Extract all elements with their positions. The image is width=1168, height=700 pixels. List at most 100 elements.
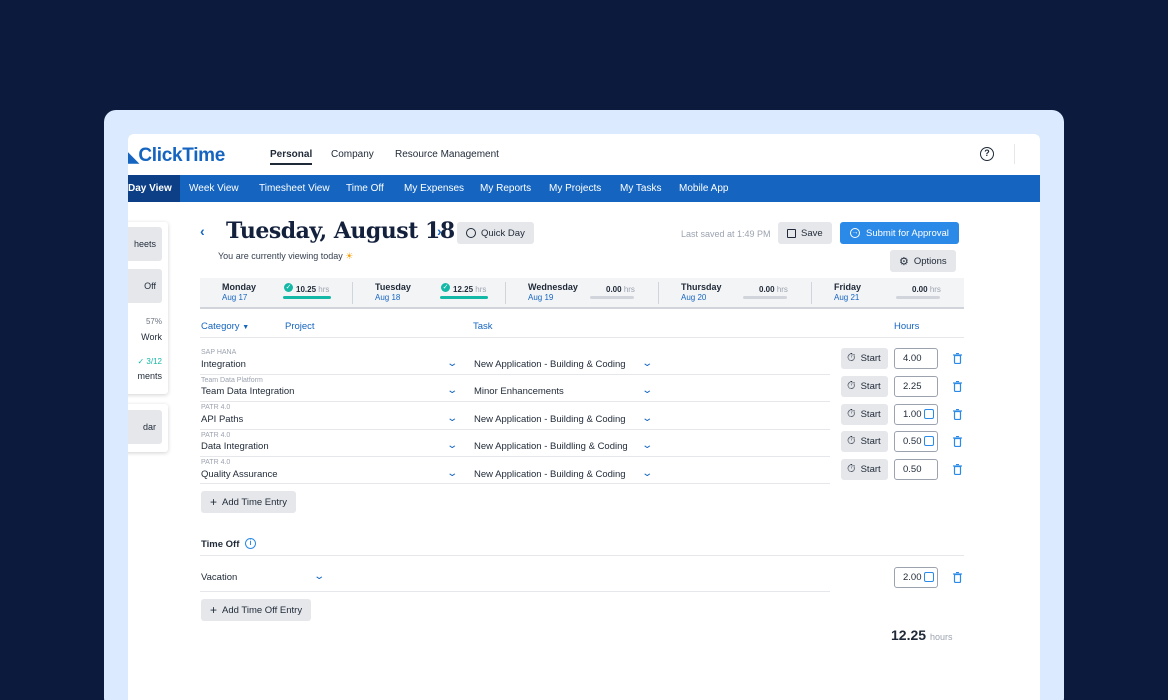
- quick-day-button[interactable]: Quick Day: [457, 222, 534, 244]
- clicktime-logo[interactable]: ◣ClickTime: [128, 144, 225, 167]
- plus-icon: +: [210, 495, 218, 509]
- task-select[interactable]: Minor Enhancements: [474, 386, 564, 397]
- task-column-header: Task: [473, 321, 493, 332]
- nav-my-projects[interactable]: My Projects: [549, 183, 601, 194]
- chevron-down-icon[interactable]: ⌄: [446, 358, 458, 369]
- day-name: Monday: [222, 282, 257, 292]
- category-column-header[interactable]: Category ▼: [201, 321, 249, 332]
- task-select[interactable]: New Application - Buildling & Coding: [474, 441, 628, 452]
- nav-my-reports[interactable]: My Reports: [480, 183, 531, 194]
- add-time-off-entry-label: Add Time Off Entry: [222, 604, 303, 616]
- hours-input[interactable]: 4.00: [894, 348, 938, 369]
- chevron-down-icon[interactable]: ⌄: [641, 358, 653, 369]
- hours-input[interactable]: 0.50: [894, 431, 938, 452]
- project-select[interactable]: Integration: [201, 359, 246, 370]
- save-button[interactable]: Save: [778, 222, 832, 244]
- nav-day-view[interactable]: Day View: [128, 175, 180, 202]
- stopwatch-icon: ⏱: [847, 435, 856, 447]
- start-label: Start: [860, 464, 881, 475]
- previous-day-icon[interactable]: ‹: [200, 223, 205, 239]
- task-select[interactable]: New Application - Building & Coding: [474, 469, 626, 480]
- day-name: Friday: [834, 282, 862, 292]
- trash-icon[interactable]: [953, 464, 962, 475]
- trash-icon[interactable]: [953, 436, 962, 447]
- stopwatch-icon: ⏱: [847, 408, 856, 420]
- day-progress-bar: [743, 296, 787, 299]
- options-button[interactable]: ⚙ Options: [890, 250, 956, 272]
- side-time-off-button[interactable]: Off: [128, 269, 162, 303]
- start-timer-button[interactable]: ⏱ Start: [841, 459, 888, 480]
- start-timer-button[interactable]: ⏱ Start: [841, 404, 888, 425]
- tab-resource-management[interactable]: Resource Management: [395, 149, 499, 160]
- options-label: Options: [913, 255, 947, 267]
- add-time-off-entry-button[interactable]: + Add Time Off Entry: [201, 599, 312, 621]
- task-select[interactable]: New Application - Building & Coding: [474, 359, 626, 370]
- start-timer-button[interactable]: ⏱ Start: [841, 376, 888, 397]
- nav-my-expenses[interactable]: My Expenses: [404, 183, 464, 194]
- chevron-down-icon[interactable]: ⌄: [641, 468, 653, 479]
- trash-icon[interactable]: [953, 381, 962, 392]
- assignments-label[interactable]: ments: [137, 371, 162, 381]
- work-percent: 57%: [145, 317, 162, 326]
- project-select[interactable]: Quality Assurance: [201, 469, 278, 480]
- trash-icon[interactable]: [953, 409, 962, 420]
- chevron-down-icon[interactable]: ⌄: [446, 440, 458, 451]
- time-off-type-select[interactable]: Vacation: [201, 572, 237, 583]
- add-time-entry-label: Add Time Entry: [222, 496, 287, 508]
- side-panel-calendar: dar: [128, 404, 168, 452]
- time-off-hours-input[interactable]: 2.00: [894, 567, 938, 588]
- info-icon[interactable]: i: [245, 538, 256, 549]
- chevron-down-icon[interactable]: ⌄: [446, 385, 458, 396]
- chevron-down-icon[interactable]: ⌄: [641, 413, 653, 424]
- day-monday[interactable]: Monday Aug 17 ✓ 10.25 hrs: [200, 278, 352, 307]
- row-client: PATR 4.0: [201, 404, 231, 411]
- chevron-down-icon[interactable]: ⌄: [641, 385, 653, 396]
- hours-input[interactable]: 0.50: [894, 459, 938, 480]
- note-icon[interactable]: [924, 409, 934, 419]
- submit-for-approval-button[interactable]: → Submit for Approval: [840, 222, 959, 244]
- nav-time-off[interactable]: Time Off: [346, 183, 384, 194]
- row-divider: [200, 483, 830, 484]
- project-select[interactable]: API Paths: [201, 414, 243, 425]
- day-wednesday[interactable]: Wednesday Aug 19 0.00 hrs: [506, 278, 658, 307]
- task-select[interactable]: New Application - Building & Coding: [474, 414, 626, 425]
- device-frame: ◣ClickTime Personal Company Resource Man…: [104, 110, 1064, 700]
- arrow-circle-icon: →: [850, 228, 860, 238]
- nav-mobile-app[interactable]: Mobile App: [679, 183, 728, 194]
- day-name: Thursday: [681, 282, 722, 292]
- side-timesheets-button[interactable]: heets: [128, 227, 162, 261]
- day-tuesday[interactable]: Tuesday Aug 18 ✓ 12.25 hrs: [353, 278, 505, 307]
- caret-down-icon: ▼: [242, 324, 250, 331]
- chevron-down-icon[interactable]: ⌄: [446, 413, 458, 424]
- help-icon[interactable]: ?: [980, 147, 994, 161]
- hours-input[interactable]: 1.00: [894, 404, 938, 425]
- chevron-down-icon[interactable]: ⌄: [641, 440, 653, 451]
- day-thursday[interactable]: Thursday Aug 20 0.00 hrs: [659, 278, 811, 307]
- project-select[interactable]: Data Integration: [201, 441, 269, 452]
- nav-week-view[interactable]: Week View: [189, 183, 239, 194]
- trash-icon[interactable]: [953, 353, 962, 364]
- nav-my-tasks[interactable]: My Tasks: [620, 183, 662, 194]
- check-icon: ✓: [284, 283, 293, 292]
- next-day-icon[interactable]: ›: [437, 223, 442, 239]
- add-time-entry-button[interactable]: + Add Time Entry: [201, 491, 296, 513]
- start-timer-button[interactable]: ⏱ Start: [841, 431, 888, 452]
- chevron-down-icon[interactable]: ⌄: [446, 468, 458, 479]
- day-hours: 12.25 hrs: [453, 285, 487, 294]
- nav-timesheet-view[interactable]: Timesheet View: [259, 183, 330, 194]
- chevron-down-icon[interactable]: ⌄: [313, 571, 325, 582]
- tab-company[interactable]: Company: [331, 149, 374, 160]
- tab-personal[interactable]: Personal: [270, 149, 313, 165]
- side-calendar-button[interactable]: dar: [128, 410, 162, 444]
- day-friday[interactable]: Friday Aug 21 0.00 hrs: [812, 278, 964, 307]
- work-label[interactable]: Work: [141, 332, 162, 342]
- logo-mark-icon: ◣: [128, 145, 139, 166]
- stopwatch-icon: ⏱: [847, 463, 856, 475]
- note-icon[interactable]: [924, 436, 934, 446]
- note-icon[interactable]: [924, 572, 934, 582]
- start-label: Start: [860, 436, 881, 447]
- start-timer-button[interactable]: ⏱ Start: [841, 348, 888, 369]
- trash-icon[interactable]: [953, 572, 962, 583]
- project-select[interactable]: Team Data Integration: [201, 386, 294, 397]
- hours-input[interactable]: 2.25: [894, 376, 938, 397]
